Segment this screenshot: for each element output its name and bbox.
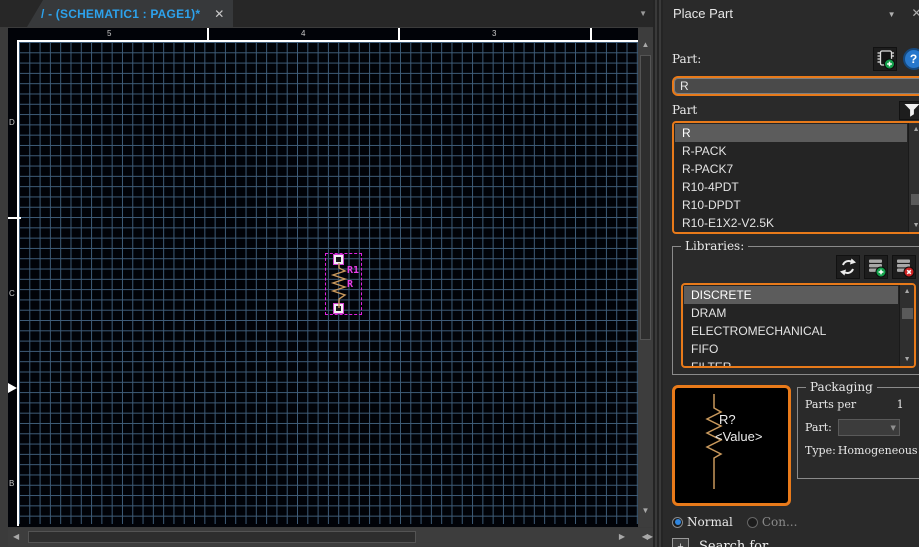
horizontal-scroll-thumb[interactable] (28, 531, 416, 543)
help-button[interactable]: ? (903, 48, 919, 70)
resistor-symbol-icon (330, 263, 348, 309)
schematic-editor-region: / - (SCHEMATIC1 : PAGE1)* ✕ ▼ 5 4 3 D C … (0, 0, 653, 547)
ruler-zone-label: 4 (301, 29, 305, 38)
library-list-item[interactable]: FILTER (684, 358, 898, 368)
part-list-item[interactable]: R10-4PDT (675, 178, 907, 196)
tab-list-chevron-icon[interactable]: ▼ (639, 9, 647, 18)
part-list-item[interactable]: R (675, 124, 907, 142)
ruler-zone-label: B (9, 479, 14, 488)
parts-per-label: Parts per (805, 398, 856, 411)
component-refdes: R1 (347, 265, 359, 276)
component-value: R (347, 279, 353, 290)
radio-normal-label: Normal (687, 515, 733, 529)
panel-body: Part: ? (663, 27, 919, 547)
packaging-groupbox: Packaging Parts per 1 Part: ▼ Type: Homo… (797, 387, 919, 479)
application-window: / - (SCHEMATIC1 : PAGE1)* ✕ ▼ 5 4 3 D C … (0, 0, 919, 547)
placed-resistor-component[interactable]: R1 R (325, 253, 362, 315)
part-list-label: Part (672, 103, 697, 117)
part-list: R R-PACK R-PACK7 R10-4PDT R10-DPDT R10-E… (672, 121, 919, 234)
place-part-panel: Place Part ▼ ✕ Part: (663, 0, 919, 547)
pointer-marker-icon (8, 383, 17, 393)
packaging-title: Packaging (806, 380, 877, 394)
ruler-zone-label: C (9, 289, 15, 298)
part-list-item[interactable]: R-PACK7 (675, 160, 907, 178)
panel-splitter[interactable] (653, 0, 663, 547)
library-list-item[interactable]: DRAM (684, 304, 898, 322)
scroll-up-icon[interactable]: ▲ (909, 126, 919, 133)
horizontal-scrollbar[interactable]: ◀ ▶ ◀▶ (8, 528, 653, 546)
search-expand-button[interactable]: + (672, 538, 689, 547)
ruler-tick (590, 28, 592, 41)
part-search-input[interactable] (672, 76, 919, 96)
ruler-zone-label: 3 (492, 29, 496, 38)
remove-library-button[interactable] (892, 255, 916, 279)
scroll-down-icon[interactable]: ▼ (900, 356, 915, 363)
type-value: Homogeneous (838, 444, 918, 457)
scroll-up-icon[interactable]: ▲ (638, 40, 653, 49)
ruler-tick (398, 28, 400, 41)
part-field-label: Part: (672, 52, 701, 66)
ruler-zone-label: 5 (107, 29, 111, 38)
part-list-item[interactable]: R-PACK (675, 142, 907, 160)
part-list-item[interactable]: R10-DPDT (675, 196, 907, 214)
vertical-scroll-thumb[interactable] (640, 55, 651, 340)
library-list-item[interactable]: DISCRETE (684, 286, 898, 304)
part-list-scrollbar[interactable]: ▲ ▼ (908, 123, 919, 232)
library-list-item[interactable]: FIFO (684, 340, 898, 358)
preview-refdes: R? (719, 412, 736, 427)
library-remove-icon (893, 256, 915, 278)
libraries-label: Libraries: (681, 239, 748, 253)
scroll-down-icon[interactable]: ▼ (638, 506, 653, 515)
filter-button[interactable] (899, 101, 919, 120)
refresh-icon (838, 257, 858, 277)
document-tab-bar: / - (SCHEMATIC1 : PAGE1)* ✕ ▼ (0, 0, 653, 27)
chevron-down-icon: ▼ (890, 424, 895, 432)
tab-close-icon[interactable]: ✕ (214, 7, 224, 21)
schematic-canvas[interactable]: 5 4 3 D C B R1 R (8, 28, 638, 527)
tab-schematic-page1[interactable]: / - (SCHEMATIC1 : PAGE1)* ✕ (27, 0, 233, 27)
help-icon: ? (910, 52, 917, 66)
scroll-thumb[interactable] (902, 308, 913, 319)
new-part-button[interactable] (873, 47, 897, 71)
ruler-zone-label: D (9, 118, 15, 127)
page-border-left (17, 40, 19, 526)
parts-per-value: 1 (897, 398, 918, 411)
part-preview: R? <Value> (672, 385, 791, 506)
ruler-tick (207, 28, 209, 41)
search-for-label[interactable]: Search for (699, 539, 768, 547)
library-list-item[interactable]: ELECTROMECHANICAL (684, 322, 898, 340)
vertical-scrollbar[interactable]: ▲ ▼ (638, 28, 653, 527)
radio-normal[interactable] (672, 517, 683, 528)
chip-add-icon (874, 48, 896, 70)
filter-funnel-icon (903, 103, 919, 118)
ruler-tick (8, 217, 21, 219)
scroll-down-icon[interactable]: ▼ (909, 222, 919, 229)
libraries-groupbox: Libraries: (672, 246, 919, 375)
panel-close-icon[interactable]: ✕ (912, 6, 919, 20)
page-border-top (17, 40, 638, 42)
packaging-part-label: Part: (805, 421, 832, 434)
scroll-up-icon[interactable]: ▲ (900, 288, 915, 295)
pane-splitter-icons[interactable]: ◀▶ (642, 532, 652, 541)
add-library-button[interactable] (864, 255, 888, 279)
part-list-item[interactable]: R10-E1X2-V2.5K (675, 214, 907, 232)
libraries-list: DISCRETE DRAM ELECTROMECHANICAL FIFO FIL… (681, 283, 916, 368)
scroll-thumb[interactable] (911, 194, 919, 205)
panel-menu-chevron-icon[interactable]: ▼ (888, 10, 896, 19)
radio-convert[interactable] (747, 517, 758, 528)
scroll-right-icon[interactable]: ▶ (619, 532, 625, 541)
radio-convert-label: Con... (762, 515, 798, 529)
panel-header: Place Part ▼ ✕ (663, 0, 919, 27)
libraries-list-scrollbar[interactable]: ▲ ▼ (899, 285, 914, 366)
type-label: Type: (805, 444, 836, 457)
panel-title: Place Part (673, 6, 733, 21)
tab-title: / - (SCHEMATIC1 : PAGE1)* (41, 7, 200, 21)
scroll-left-icon[interactable]: ◀ (13, 532, 19, 541)
preview-value: <Value> (715, 429, 762, 444)
library-add-icon (865, 256, 887, 278)
refresh-libraries-button[interactable] (836, 255, 860, 279)
packaging-part-dropdown[interactable]: ▼ (838, 419, 900, 436)
